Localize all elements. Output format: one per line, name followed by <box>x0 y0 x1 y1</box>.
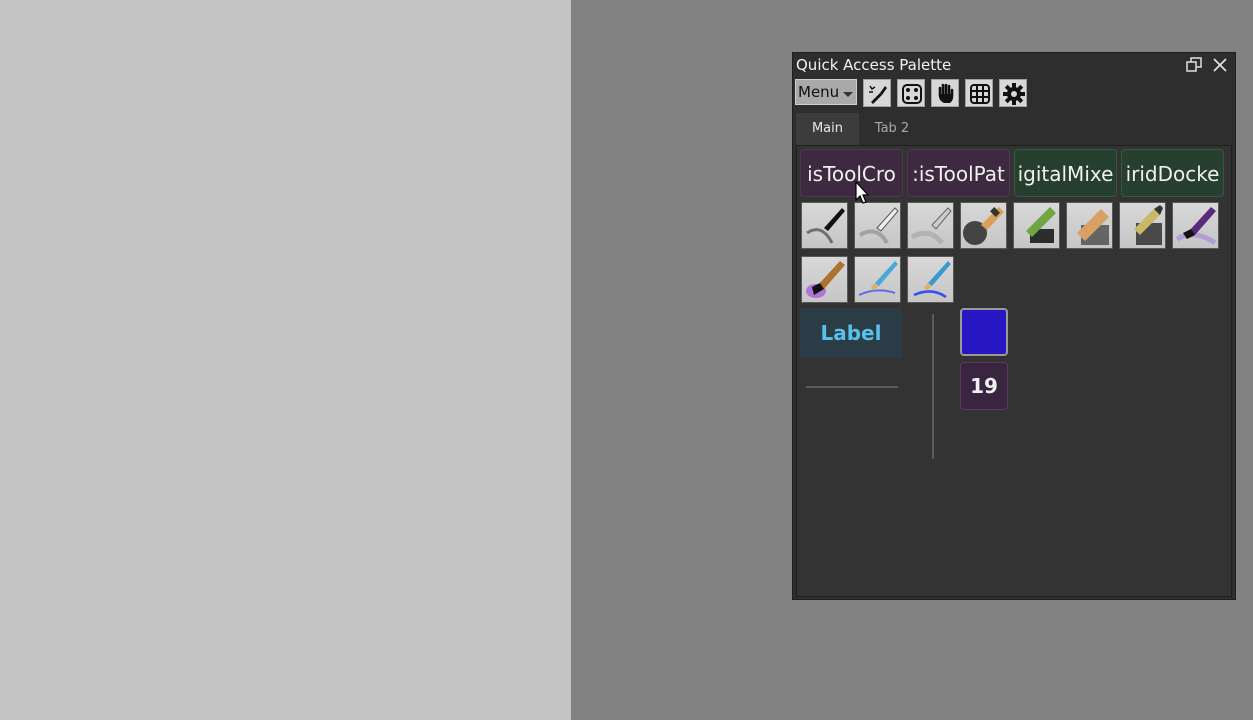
action-button-digital-mixer[interactable]: igitalMixe <box>1014 149 1117 197</box>
brush-preset-8[interactable] <box>1172 202 1219 249</box>
grid-button[interactable] <box>965 79 993 107</box>
brush-preset-4[interactable] <box>960 202 1007 249</box>
gear-icon <box>1003 83 1025 105</box>
action-button-grid-docker[interactable]: iridDocke <box>1121 149 1224 197</box>
tab-2[interactable]: Tab 2 <box>862 113 922 145</box>
horizontal-separator <box>806 386 898 388</box>
brush-preset-11[interactable] <box>907 256 954 303</box>
palette-toolbar: Menu <box>795 79 1055 107</box>
brush-preset-3[interactable] <box>907 202 954 249</box>
brush-preset-1[interactable] <box>801 202 848 249</box>
vertical-separator <box>932 314 934 459</box>
action-button-tool-crop[interactable]: isToolCro <box>800 149 903 197</box>
grid-icon <box>970 84 990 104</box>
label-widget: Label <box>800 308 902 358</box>
dice-icon <box>902 84 922 104</box>
chevron-down-icon <box>843 92 853 97</box>
canvas-left <box>0 0 571 720</box>
palette-title: Quick Access Palette <box>796 56 952 74</box>
settings-button[interactable] <box>999 79 1027 107</box>
number-value-box[interactable]: 19 <box>960 362 1008 410</box>
randomize-button[interactable] <box>897 79 925 107</box>
color-swatch[interactable] <box>960 308 1008 356</box>
menu-button[interactable]: Menu <box>795 79 857 105</box>
palette-titlebar[interactable]: Quick Access Palette <box>793 53 1235 78</box>
tab-main[interactable]: Main <box>796 113 859 145</box>
menu-button-label: Menu <box>798 83 840 101</box>
mouse-cursor-icon <box>855 181 870 204</box>
brush-edit-button[interactable] <box>863 79 891 107</box>
palette-tabs: Main Tab 2 <box>796 113 996 145</box>
brush-preset-5[interactable] <box>1013 202 1060 249</box>
quick-access-palette: Quick Access Palette Menu Main Tab 2 isT… <box>792 52 1236 600</box>
brush-preset-2[interactable] <box>854 202 901 249</box>
brush-preset-6[interactable] <box>1066 202 1113 249</box>
brush-preset-9[interactable] <box>801 256 848 303</box>
pan-button[interactable] <box>931 79 959 107</box>
palette-content: isToolCro :isToolPat igitalMixe iridDock… <box>796 145 1232 597</box>
brush-preset-10[interactable] <box>854 256 901 303</box>
brush-edit-icon <box>869 85 887 104</box>
brush-preset-7[interactable] <box>1119 202 1166 249</box>
float-icon[interactable] <box>1185 56 1203 74</box>
hand-icon <box>938 83 954 103</box>
close-icon[interactable] <box>1211 56 1229 74</box>
action-button-tool-path[interactable]: :isToolPat <box>907 149 1010 197</box>
